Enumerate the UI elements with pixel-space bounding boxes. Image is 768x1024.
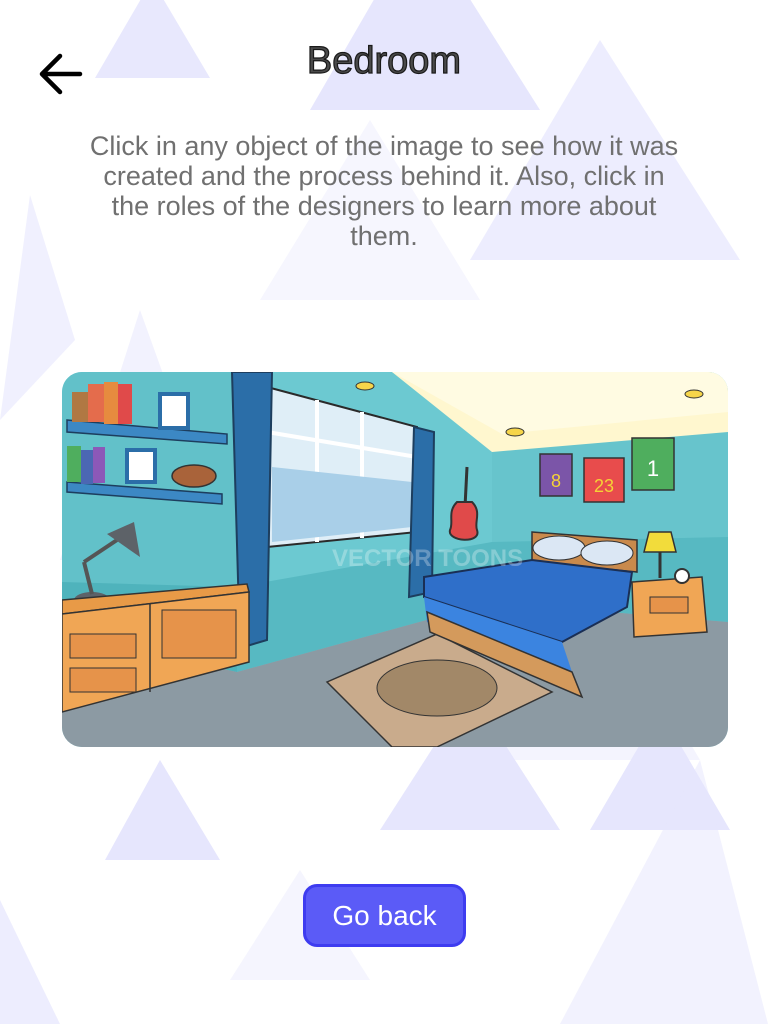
jersey-number: 23 <box>594 476 614 496</box>
instructions-text: Click in any object of the image to see … <box>89 131 679 251</box>
go-back-button[interactable]: Go back <box>303 884 466 947</box>
page-title: Bedroom <box>306 39 462 82</box>
watermark: VECTOR TOONS <box>332 545 523 572</box>
jersey-number: 8 <box>551 471 561 491</box>
jersey-number: 1 <box>647 456 659 481</box>
bedroom-illustration[interactable]: 8 23 1 VECTOR TOONS <box>62 372 728 747</box>
